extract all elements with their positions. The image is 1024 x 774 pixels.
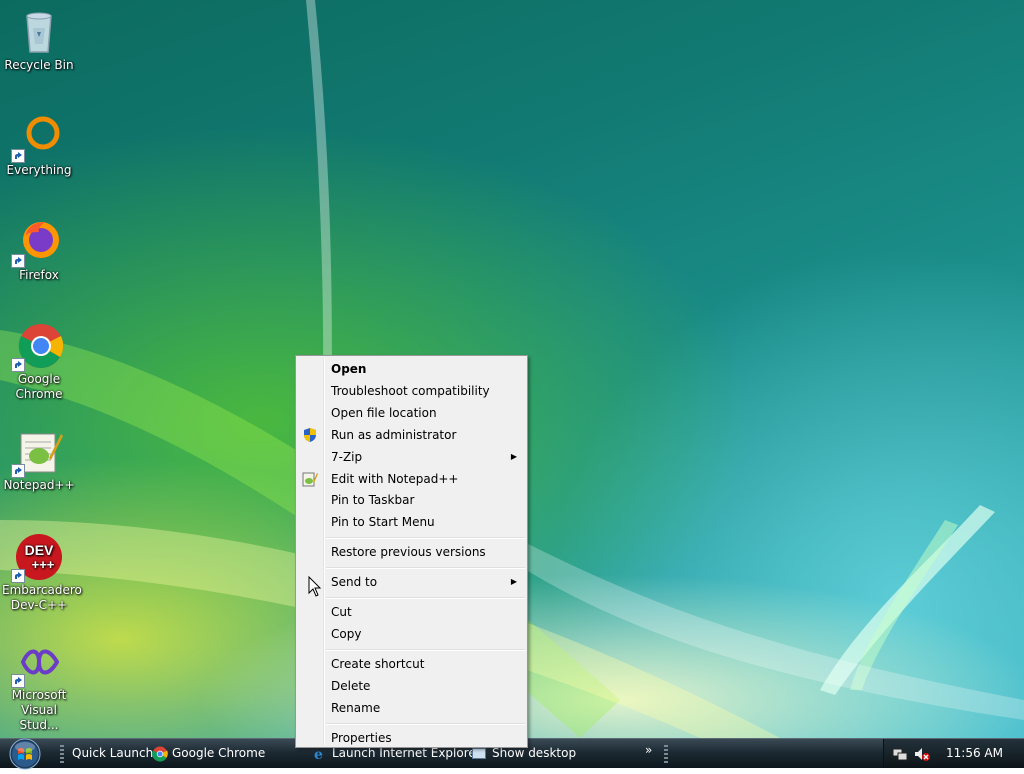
menu-separator [326, 537, 525, 539]
menu-item-delete[interactable]: Delete [298, 675, 525, 697]
menu-item-label: Properties [331, 731, 392, 745]
desktop-icon-label: Microsoft Visual Stud... [11, 688, 67, 732]
desktop-icon-label: Google Chrome [15, 372, 63, 401]
menu-item-open[interactable]: Open [298, 358, 525, 380]
menu-item-label: Create shortcut [331, 657, 425, 671]
desktop-icon-dev-cpp[interactable]: DEV +++ Embarcadero Dev-C++ [0, 533, 82, 613]
menu-item-send-to[interactable]: Send to ▶ [298, 571, 525, 593]
menu-item-label: Delete [331, 679, 371, 693]
desktop-icon-label: Recycle Bin [4, 58, 74, 72]
uac-shield-icon [302, 427, 318, 443]
svg-text:+++: +++ [32, 557, 55, 572]
menu-item-run-as-administrator[interactable]: Run as administrator [298, 424, 525, 446]
desktop-icon-recycle-bin[interactable]: Recycle Bin [0, 8, 78, 73]
menu-separator [326, 649, 525, 651]
desktop-icon-everything[interactable]: Everything [0, 113, 78, 178]
menu-item-properties[interactable]: Properties [298, 727, 525, 749]
menu-separator [326, 723, 525, 725]
everything-icon [11, 113, 63, 163]
menu-item-label: Run as administrator [331, 428, 457, 442]
svg-text:DEV: DEV [25, 542, 54, 558]
recycle-bin-icon [15, 8, 63, 56]
quick-launch-label: Quick Launch [72, 746, 154, 760]
network-icon[interactable] [892, 746, 908, 765]
menu-item-pin-to-taskbar[interactable]: Pin to Taskbar [298, 489, 525, 511]
menu-item-label: Restore previous versions [331, 545, 486, 559]
menu-item-label: Pin to Start Menu [331, 515, 435, 529]
menu-item-open-file-location[interactable]: Open file location [298, 402, 525, 424]
shortcut-arrow-icon [11, 254, 25, 268]
taskbar-grip[interactable] [664, 745, 668, 763]
visual-studio-icon [11, 638, 63, 688]
taskbar-chrome-button[interactable]: Google Chrome [172, 746, 265, 760]
quick-launch-overflow-chevron[interactable]: » [645, 743, 652, 757]
desktop-icon-visual-studio[interactable]: Microsoft Visual Stud... [0, 638, 78, 733]
menu-item-restore-previous-versions[interactable]: Restore previous versions [298, 541, 525, 563]
desktop-icon-firefox[interactable]: Firefox [0, 218, 78, 283]
menu-separator [326, 567, 525, 569]
notepad-plus-plus-icon [302, 471, 318, 487]
desktop-icon-google-chrome[interactable]: Google Chrome [0, 322, 78, 402]
menu-item-edit-with-notepad-plus-plus[interactable]: Edit with Notepad++ [298, 468, 525, 490]
volume-muted-icon[interactable] [914, 746, 930, 765]
menu-item-label: Cut [331, 605, 352, 619]
svg-text:e: e [314, 747, 323, 762]
menu-item-label: Edit with Notepad++ [331, 472, 459, 486]
desktop-icon-label: Firefox [19, 268, 59, 282]
menu-item-create-shortcut[interactable]: Create shortcut [298, 653, 525, 675]
menu-item-troubleshoot-compatibility[interactable]: Troubleshoot compatibility [298, 380, 525, 402]
show-desktop-icon[interactable] [472, 748, 486, 759]
mouse-pointer-icon [308, 575, 322, 601]
submenu-arrow-icon: ▶ [510, 452, 517, 461]
start-button[interactable] [5, 737, 45, 771]
shortcut-arrow-icon [11, 358, 25, 372]
menu-item-pin-to-start-menu[interactable]: Pin to Start Menu [298, 511, 525, 533]
shortcut-arrow-icon [11, 149, 25, 163]
submenu-arrow-icon: ▶ [510, 577, 517, 586]
shortcut-arrow-icon [11, 569, 25, 583]
menu-item-label: Pin to Taskbar [331, 493, 415, 507]
menu-item-label: Open file location [331, 406, 437, 420]
file-context-menu[interactable]: Open Troubleshoot compatibility Open fil… [295, 355, 528, 748]
menu-separator [326, 597, 525, 599]
chrome-taskbar-icon[interactable] [152, 746, 168, 765]
menu-item-label: Rename [331, 701, 381, 715]
menu-item-copy[interactable]: Copy [298, 623, 525, 645]
menu-item-label: Troubleshoot compatibility [331, 384, 490, 398]
notepad-plus-plus-icon [11, 428, 63, 478]
desktop-icon-notepad-plus-plus[interactable]: Notepad++ [0, 428, 78, 493]
notification-area[interactable]: 11:56 AM [883, 739, 1024, 768]
shortcut-arrow-icon [11, 674, 25, 688]
menu-item-label: Send to [331, 575, 378, 589]
desktop-icon-label: Embarcadero Dev-C++ [2, 583, 82, 612]
chrome-icon [11, 322, 64, 372]
menu-item-label: Copy [331, 627, 362, 641]
desktop-icon-label: Everything [6, 163, 72, 177]
firefox-icon [11, 218, 63, 268]
dev-cpp-icon: DEV +++ [11, 533, 63, 583]
menu-item-rename[interactable]: Rename [298, 697, 525, 719]
shortcut-arrow-icon [11, 464, 25, 478]
menu-item-label: Open [331, 362, 367, 376]
menu-item-cut[interactable]: Cut [298, 601, 525, 623]
menu-item-label: 7-Zip [331, 450, 363, 464]
menu-item-7zip[interactable]: 7-Zip ▶ [298, 446, 525, 468]
clock[interactable]: 11:56 AM [946, 746, 1003, 760]
toolbar-grip[interactable] [60, 745, 64, 763]
desktop-icon-label: Notepad++ [3, 478, 75, 492]
